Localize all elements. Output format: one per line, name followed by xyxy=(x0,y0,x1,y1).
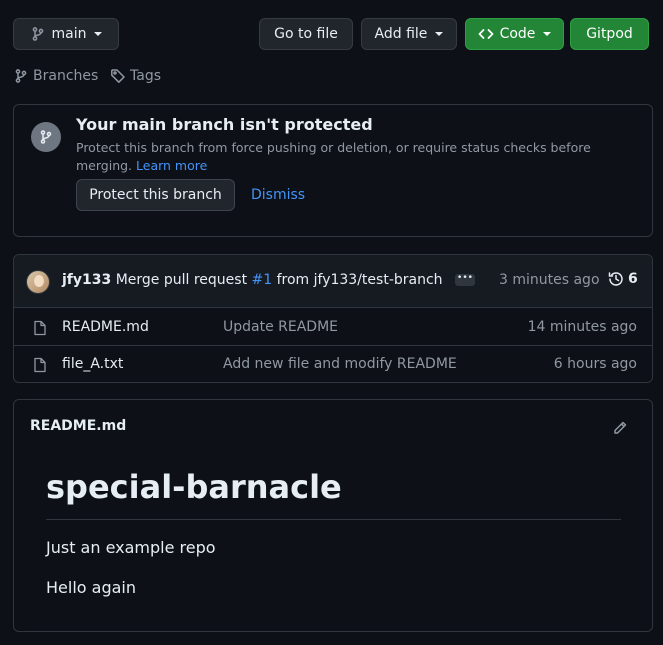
readme-paragraph: Hello again xyxy=(46,578,136,597)
git-branch-icon xyxy=(15,69,27,83)
readme-label: README.md xyxy=(30,418,127,434)
add-file-label: Add file xyxy=(374,26,428,42)
file-icon xyxy=(34,320,46,336)
tags-link[interactable]: Tags xyxy=(110,68,161,84)
dismiss-link[interactable]: Dismiss xyxy=(251,187,305,203)
banner-title: Your main branch isn't protected xyxy=(76,115,373,134)
gitpod-label: Gitpod xyxy=(586,26,633,42)
readme-heading: special-barnacle xyxy=(46,468,342,506)
expand-commit-button[interactable]: ••• xyxy=(455,274,475,286)
tags-label: Tags xyxy=(130,68,161,84)
banner-description: Protect this branch from force pushing o… xyxy=(76,139,636,175)
commit-message-prefix[interactable]: Merge pull request xyxy=(116,272,247,288)
commit-time[interactable]: 3 minutes ago xyxy=(499,272,600,288)
protect-branch-button[interactable]: Protect this branch xyxy=(76,179,235,211)
git-branch-icon xyxy=(31,122,61,152)
commit-author[interactable]: jfy133 xyxy=(62,272,111,288)
commit-message-suffix[interactable]: from jfy133/test-branch xyxy=(277,272,443,288)
git-branch-icon xyxy=(32,27,43,41)
pencil-icon[interactable] xyxy=(612,420,628,436)
file-commit-time: 6 hours ago xyxy=(553,356,637,372)
chevron-down-icon xyxy=(94,32,103,36)
file-list: jfy133 Merge pull request #1 from jfy133… xyxy=(13,254,653,383)
file-commit-message[interactable]: Add new file and modify README xyxy=(223,356,457,372)
file-name[interactable]: file_A.txt xyxy=(62,356,123,372)
code-icon xyxy=(478,29,493,39)
table-row[interactable]: file_A.txt Add new file and modify READM… xyxy=(14,346,652,383)
branch-label: main xyxy=(51,26,87,42)
file-commit-message[interactable]: Update README xyxy=(223,319,338,335)
latest-commit-row: jfy133 Merge pull request #1 from jfy133… xyxy=(14,255,652,308)
go-to-file-button[interactable]: Go to file xyxy=(259,18,353,50)
commit-message: jfy133 Merge pull request #1 from jfy133… xyxy=(62,272,475,288)
chevron-down-icon xyxy=(435,32,444,36)
add-file-button[interactable]: Add file xyxy=(361,18,457,50)
learn-more-link[interactable]: Learn more xyxy=(136,158,207,173)
code-label: Code xyxy=(499,26,536,42)
commit-count: 6 xyxy=(628,271,638,287)
divider xyxy=(46,519,621,520)
file-commit-time: 14 minutes ago xyxy=(527,319,637,335)
table-row[interactable]: README.md Update README 14 minutes ago xyxy=(14,309,652,346)
branch-protection-banner: Your main branch isn't protected Protect… xyxy=(13,104,653,237)
history-icon xyxy=(608,272,623,286)
pull-request-link[interactable]: #1 xyxy=(252,272,273,288)
go-to-file-label: Go to file xyxy=(274,26,338,42)
tag-icon xyxy=(111,69,125,83)
file-icon xyxy=(34,357,46,373)
protect-branch-label: Protect this branch xyxy=(89,187,222,203)
avatar[interactable] xyxy=(26,270,50,294)
readme-paragraph: Just an example repo xyxy=(46,538,216,557)
commit-history-link[interactable]: 6 xyxy=(608,271,638,287)
chevron-down-icon xyxy=(543,32,552,36)
branch-selector[interactable]: main xyxy=(13,18,119,50)
gitpod-button[interactable]: Gitpod xyxy=(570,18,649,50)
branches-label: Branches xyxy=(33,68,99,84)
readme-panel: README.md special-barnacle Just an examp… xyxy=(13,399,653,632)
code-button[interactable]: Code xyxy=(465,18,564,50)
file-name[interactable]: README.md xyxy=(62,319,149,335)
branches-link[interactable]: Branches xyxy=(13,68,98,84)
